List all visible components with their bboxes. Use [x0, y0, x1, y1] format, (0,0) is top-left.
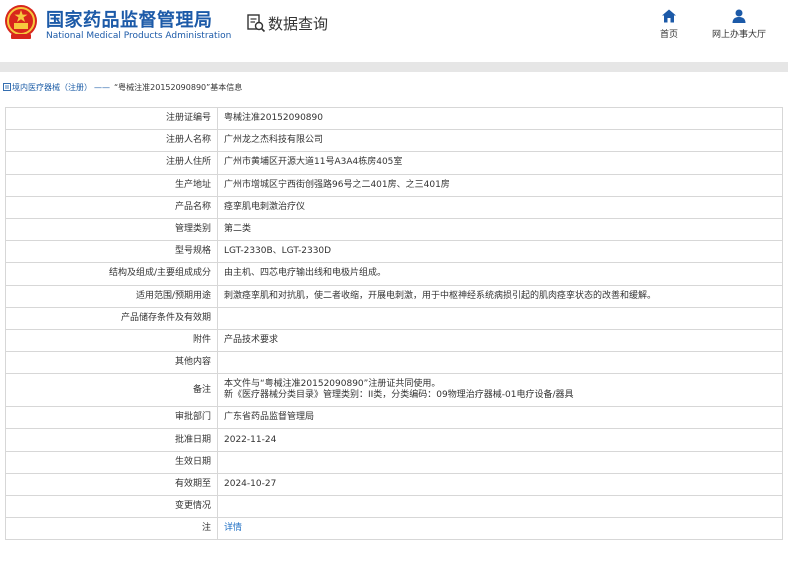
field-value: 痉挛肌电刺激治疗仪	[217, 195, 783, 219]
document-search-icon	[247, 14, 266, 33]
field-value: 广州市黄埔区开源大道11号A3A4栋房405室	[217, 151, 783, 175]
table-row: 生产地址 广州市增城区宁西街创强路96号之二401房、之三401房	[5, 173, 783, 197]
field-label: 生效日期	[5, 450, 218, 474]
field-label: 生产地址	[5, 173, 218, 197]
home-icon	[662, 9, 676, 23]
site-name-cn[interactable]: 国家药品监督管理局	[46, 6, 213, 32]
table-row: 注 详情	[5, 517, 783, 541]
table-row: 产品名称 痉挛肌电刺激治疗仪	[5, 195, 783, 219]
table-row: 适用范围/预期用途 刺激痉挛肌和对抗肌，使二者收缩，开展电刺激，用于中枢神经系统…	[5, 284, 783, 308]
breadcrumb-separator: ——	[94, 82, 110, 92]
table-row: 变更情况	[5, 494, 783, 519]
field-value: 2022-11-24	[217, 428, 783, 452]
field-value: 详情	[217, 517, 783, 541]
field-label: 附件	[5, 328, 218, 353]
field-label: 有效期至	[5, 472, 218, 497]
field-value: 粤械注准20152090890	[217, 106, 783, 131]
table-row: 注册证编号 粤械注准20152090890	[5, 106, 783, 131]
field-value: LGT-2330B、LGT-2330D	[217, 240, 783, 264]
table-row: 有效期至 2024-10-27	[5, 472, 783, 497]
field-label: 注册人名称	[5, 129, 218, 153]
field-value: 刺激痉挛肌和对抗肌，使二者收缩，开展电刺激，用于中枢神经系统病损引起的肌肉痉挛状…	[217, 284, 783, 308]
data-query-link[interactable]: 数据查询	[246, 12, 328, 34]
field-value: 广州龙之杰科技有限公司	[217, 129, 783, 153]
site-name-en[interactable]: National Medical Products Administration	[46, 31, 231, 41]
field-label: 产品储存条件及有效期	[5, 306, 218, 330]
field-label: 其他内容	[5, 351, 218, 375]
table-row: 管理类别 第二类	[5, 217, 783, 242]
site-header: 国家药品监督管理局 National Medical Products Admi…	[0, 0, 788, 62]
nav-online-hall-button[interactable]: 网上办事大厅	[712, 8, 766, 40]
field-label: 注册证编号	[5, 106, 218, 131]
location-icon	[3, 83, 11, 91]
nav-home-button[interactable]: 首页	[660, 8, 678, 40]
field-label: 型号规格	[5, 240, 218, 264]
table-row: 其他内容	[5, 351, 783, 375]
table-row: 产品储存条件及有效期	[5, 306, 783, 330]
table-row: 生效日期	[5, 450, 783, 474]
details-link[interactable]: 详情	[224, 523, 242, 533]
field-label: 批准日期	[5, 428, 218, 452]
field-label: 结构及组成/主要组成成分	[5, 262, 218, 286]
field-label: 备注	[5, 373, 218, 408]
table-row: 注册人住所 广州市黄埔区开源大道11号A3A4栋房405室	[5, 151, 783, 175]
field-label: 注	[5, 517, 218, 541]
table-row: 批准日期 2022-11-24	[5, 428, 783, 452]
breadcrumb: 境内医疗器械（注册） —— “粤械注准20152090890”基本信息	[0, 72, 788, 102]
nav-online-hall-label: 网上办事大厅	[712, 30, 767, 40]
table-row: 附件 产品技术要求	[5, 328, 783, 353]
field-value	[217, 351, 783, 375]
field-value: 广州市增城区宁西街创强路96号之二401房、之三401房	[217, 173, 783, 197]
field-value: 产品技术要求	[217, 328, 783, 353]
field-label: 注册人住所	[5, 151, 218, 175]
table-row: 备注 本文件与“粤械注准20152090890”注册证共同使用。 新《医疗器械分…	[5, 373, 783, 408]
field-label: 适用范围/预期用途	[5, 284, 218, 308]
nav-home-label: 首页	[660, 30, 679, 40]
field-value: 第二类	[217, 217, 783, 242]
field-value	[217, 306, 783, 330]
field-label: 变更情况	[5, 494, 218, 519]
field-value: 由主机、四芯电疗输出线和电极片组成。	[217, 262, 783, 286]
user-icon	[732, 9, 746, 23]
field-label: 审批部门	[5, 406, 218, 430]
data-query-label: 数据查询	[268, 14, 329, 33]
field-value: 本文件与“粤械注准20152090890”注册证共同使用。 新《医疗器械分类目录…	[217, 373, 783, 408]
field-value: 广东省药品监督管理局	[217, 406, 783, 430]
field-value	[217, 450, 783, 474]
table-row: 注册人名称 广州龙之杰科技有限公司	[5, 129, 783, 153]
national-emblem-icon	[5, 5, 37, 39]
registration-detail-table: 注册证编号 粤械注准20152090890 注册人名称 广州龙之杰科技有限公司 …	[5, 106, 783, 541]
breadcrumb-current: “粤械注准20152090890”基本信息	[114, 82, 243, 92]
field-value: 2024-10-27	[217, 472, 783, 497]
table-row: 审批部门 广东省药品监督管理局	[5, 406, 783, 430]
table-row: 结构及组成/主要组成成分 由主机、四芯电疗输出线和电极片组成。	[5, 262, 783, 286]
field-label: 产品名称	[5, 195, 218, 219]
field-label: 管理类别	[5, 217, 218, 242]
breadcrumb-section-link[interactable]: 境内医疗器械（注册）	[12, 82, 92, 93]
remark-line-2: 新《医疗器械分类目录》管理类别：II类，分类编码：09物理治疗器械-01电疗设备…	[224, 390, 574, 401]
remark-line-1: 本文件与“粤械注准20152090890”注册证共同使用。	[224, 379, 441, 390]
header-divider	[0, 62, 788, 72]
table-row: 型号规格 LGT-2330B、LGT-2330D	[5, 240, 783, 264]
field-value	[217, 494, 783, 519]
